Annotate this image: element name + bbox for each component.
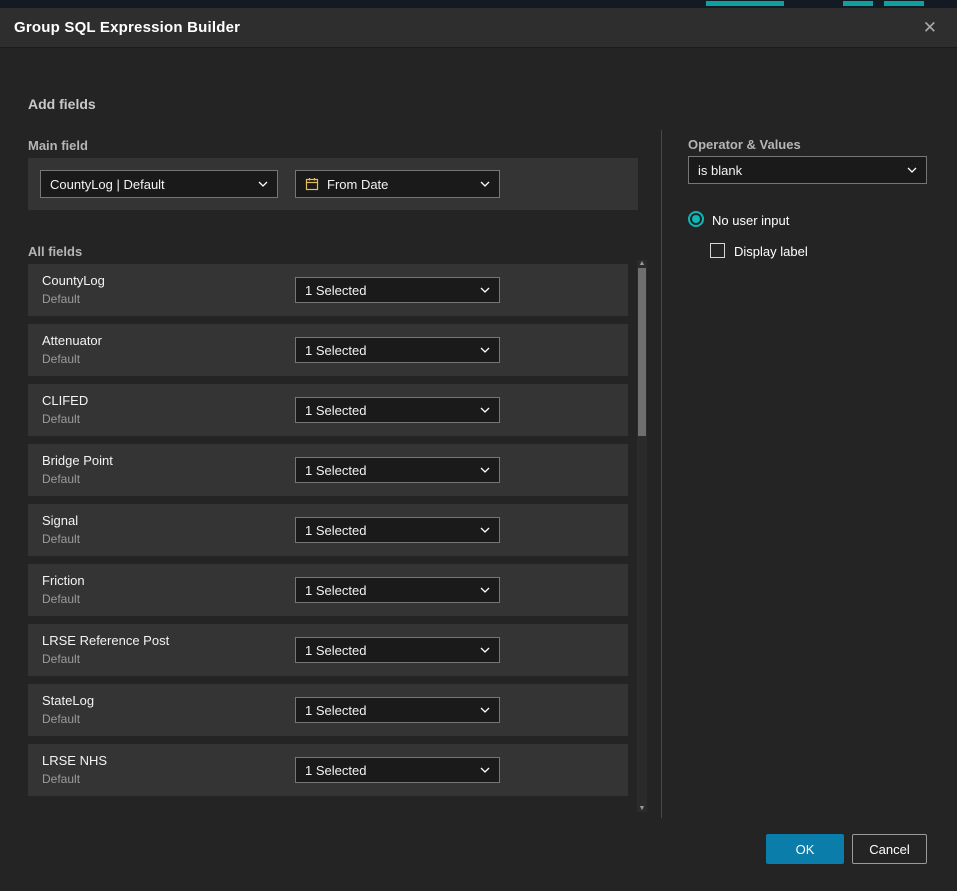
dropdown-value: 1 Selected xyxy=(305,703,472,718)
field-row: CLIFED Default 1 Selected xyxy=(28,384,628,436)
field-name: Signal xyxy=(42,513,78,528)
display-label-text: Display label xyxy=(734,244,808,259)
background-link-fragment xyxy=(884,1,924,6)
dropdown-value: 1 Selected xyxy=(305,523,472,538)
field-sublabel: Default xyxy=(42,412,80,426)
field-name: Bridge Point xyxy=(42,453,113,468)
add-fields-heading: Add fields xyxy=(28,96,96,112)
field-sublabel: Default xyxy=(42,652,80,666)
field-name: LRSE Reference Post xyxy=(42,633,169,648)
chevron-down-icon xyxy=(480,467,490,473)
field-sublabel: Default xyxy=(42,352,80,366)
field-selected-dropdown[interactable]: 1 Selected xyxy=(295,697,500,723)
field-row: Signal Default 1 Selected xyxy=(28,504,628,556)
field-name: LRSE NHS xyxy=(42,753,107,768)
all-fields-list: CountyLog Default 1 Selected Attenuator … xyxy=(28,264,628,804)
dropdown-value: is blank xyxy=(698,163,899,178)
ok-button[interactable]: OK xyxy=(766,834,844,864)
no-user-input-label: No user input xyxy=(712,213,789,228)
dialog-title: Group SQL Expression Builder xyxy=(14,19,240,36)
field-row: LRSE Reference Post Default 1 Selected xyxy=(28,624,628,676)
field-selected-dropdown[interactable]: 1 Selected xyxy=(295,577,500,603)
dropdown-value: 1 Selected xyxy=(305,403,472,418)
field-row: Attenuator Default 1 Selected xyxy=(28,324,628,376)
background-link-fragment xyxy=(843,1,873,6)
chevron-down-icon xyxy=(480,767,490,773)
chevron-down-icon xyxy=(258,181,268,187)
operator-dropdown[interactable]: is blank xyxy=(688,156,927,184)
no-user-input-radio[interactable] xyxy=(688,211,704,227)
column-divider xyxy=(661,130,662,818)
dropdown-value: 1 Selected xyxy=(305,643,472,658)
dropdown-value: From Date xyxy=(327,177,472,192)
scrollbar-down-icon[interactable]: ▼ xyxy=(637,805,647,812)
field-selected-dropdown[interactable]: 1 Selected xyxy=(295,337,500,363)
operator-values-panel: Operator & Values is blank No user input… xyxy=(688,8,928,891)
operator-values-heading: Operator & Values xyxy=(688,137,801,152)
dropdown-value: 1 Selected xyxy=(305,763,472,778)
chevron-down-icon xyxy=(907,167,917,173)
main-field-field-dropdown[interactable]: From Date xyxy=(295,170,500,198)
chevron-down-icon xyxy=(480,181,490,187)
field-name: Friction xyxy=(42,573,85,588)
field-row: LRSE NHS Default 1 Selected xyxy=(28,744,628,796)
dropdown-value: 1 Selected xyxy=(305,343,472,358)
field-name: CountyLog xyxy=(42,273,105,288)
scrollbar-thumb[interactable] xyxy=(638,268,646,436)
field-selected-dropdown[interactable]: 1 Selected xyxy=(295,637,500,663)
dropdown-value: 1 Selected xyxy=(305,463,472,478)
field-name: Attenuator xyxy=(42,333,102,348)
main-field-panel: CountyLog | Default From Date xyxy=(28,158,638,210)
main-field-heading: Main field xyxy=(28,138,88,153)
field-sublabel: Default xyxy=(42,592,80,606)
chevron-down-icon xyxy=(480,407,490,413)
chevron-down-icon xyxy=(480,347,490,353)
radio-dot xyxy=(692,215,700,223)
dropdown-value: CountyLog | Default xyxy=(50,177,250,192)
field-row: StateLog Default 1 Selected xyxy=(28,684,628,736)
scrollbar-up-icon[interactable]: ▲ xyxy=(637,260,647,267)
cancel-button[interactable]: Cancel xyxy=(852,834,927,864)
group-sql-expression-builder-dialog: Group SQL Expression Builder ✕ Add field… xyxy=(0,8,957,891)
field-sublabel: Default xyxy=(42,292,80,306)
chevron-down-icon xyxy=(480,287,490,293)
chevron-down-icon xyxy=(480,527,490,533)
scrollbar[interactable]: ▲ ▼ xyxy=(637,260,647,812)
field-selected-dropdown[interactable]: 1 Selected xyxy=(295,457,500,483)
field-row: CountyLog Default 1 Selected xyxy=(28,264,628,316)
field-selected-dropdown[interactable]: 1 Selected xyxy=(295,397,500,423)
field-name: CLIFED xyxy=(42,393,88,408)
dropdown-value: 1 Selected xyxy=(305,583,472,598)
field-selected-dropdown[interactable]: 1 Selected xyxy=(295,517,500,543)
dropdown-value: 1 Selected xyxy=(305,283,472,298)
field-row: Friction Default 1 Selected xyxy=(28,564,628,616)
chevron-down-icon xyxy=(480,587,490,593)
chevron-down-icon xyxy=(480,647,490,653)
field-sublabel: Default xyxy=(42,772,80,786)
field-selected-dropdown[interactable]: 1 Selected xyxy=(295,277,500,303)
field-row: Bridge Point Default 1 Selected xyxy=(28,444,628,496)
field-sublabel: Default xyxy=(42,712,80,726)
display-label-checkbox[interactable] xyxy=(710,243,725,258)
all-fields-heading: All fields xyxy=(28,244,82,259)
field-sublabel: Default xyxy=(42,472,80,486)
background-link-fragment xyxy=(706,1,784,6)
main-field-source-dropdown[interactable]: CountyLog | Default xyxy=(40,170,278,198)
chevron-down-icon xyxy=(480,707,490,713)
field-sublabel: Default xyxy=(42,532,80,546)
screen: Group SQL Expression Builder ✕ Add field… xyxy=(0,0,957,891)
field-selected-dropdown[interactable]: 1 Selected xyxy=(295,757,500,783)
field-name: StateLog xyxy=(42,693,94,708)
calendar-icon xyxy=(305,177,319,191)
